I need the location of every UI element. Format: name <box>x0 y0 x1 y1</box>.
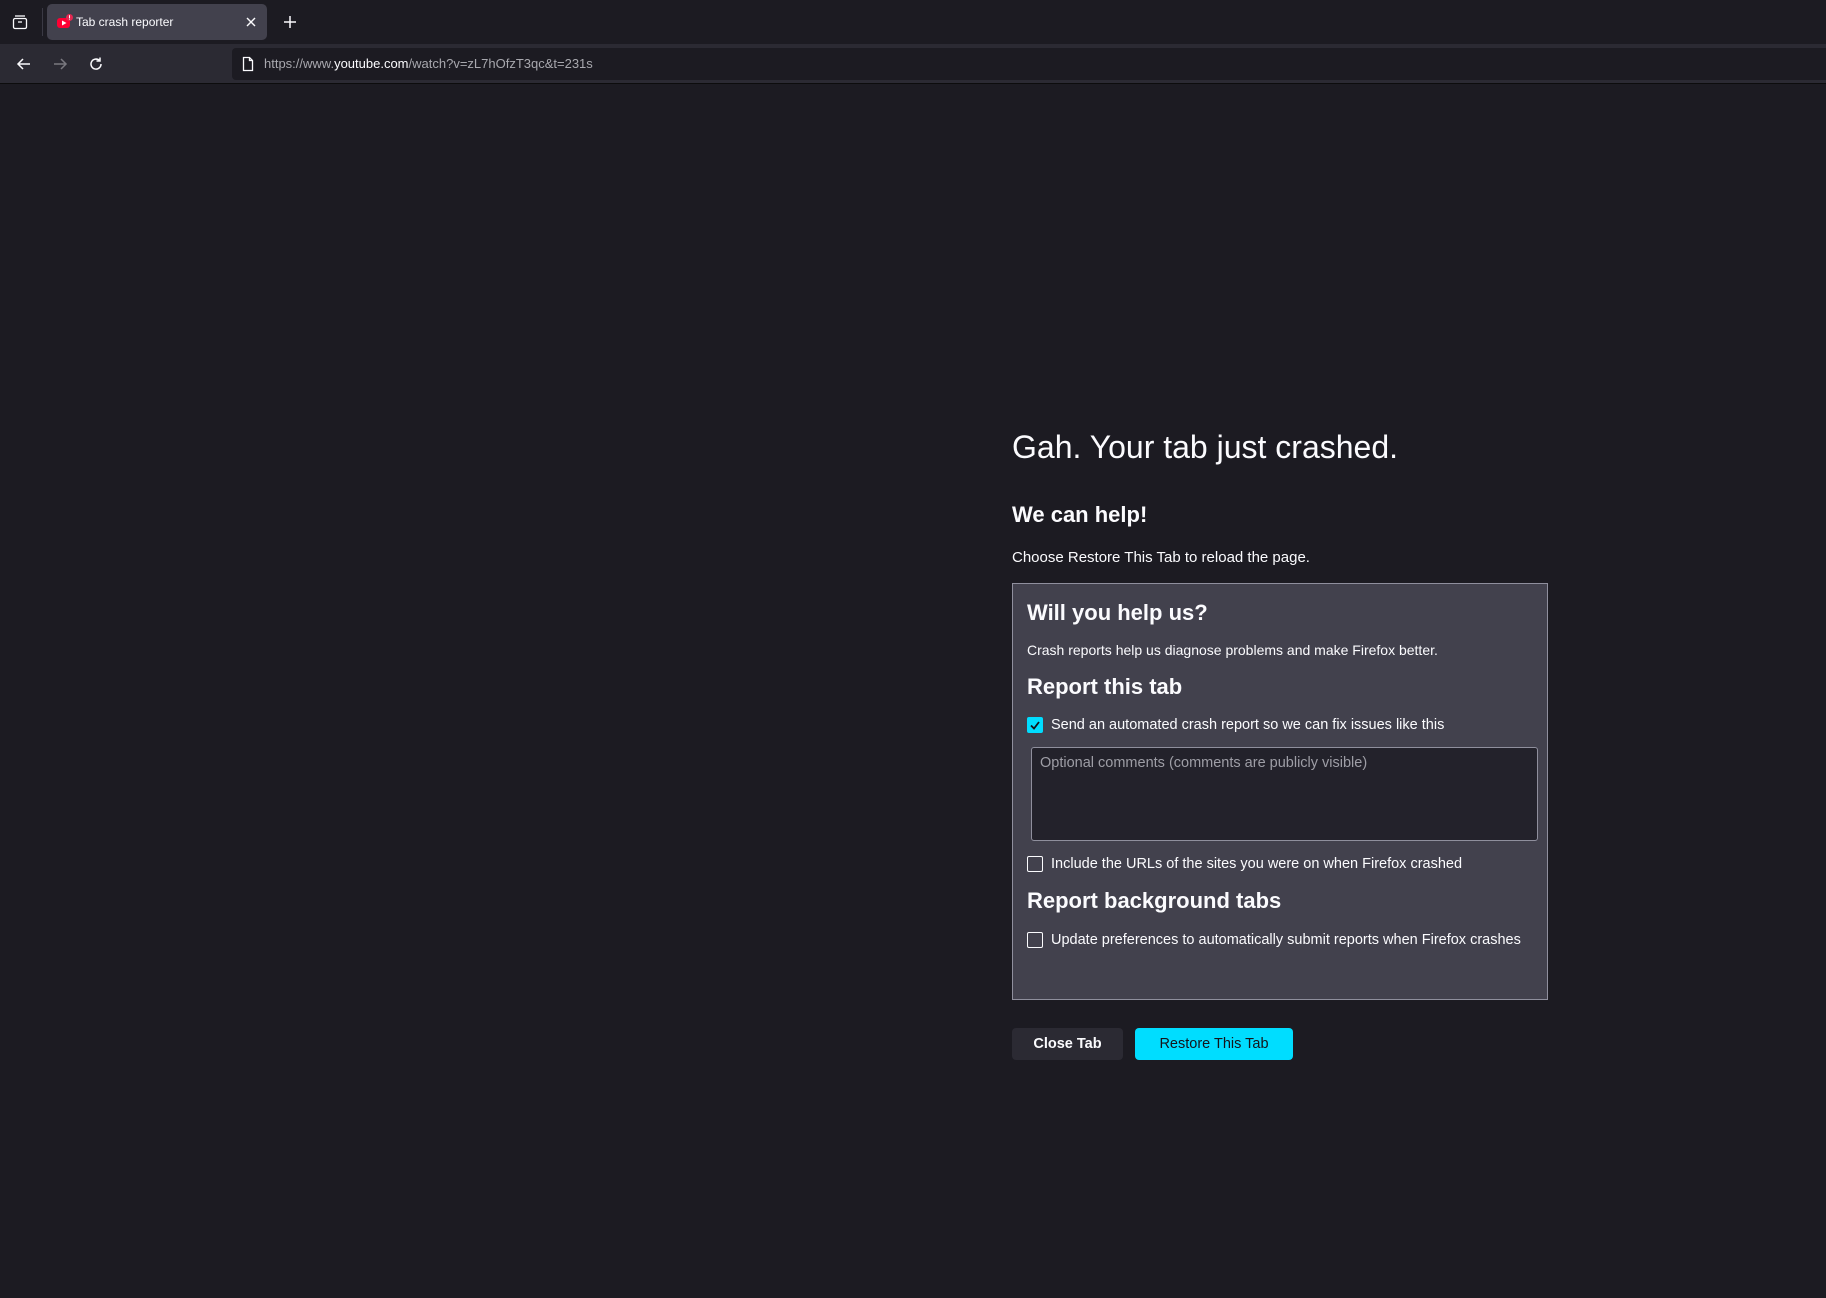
comments-field[interactable] <box>1031 747 1538 841</box>
url-prefix: https://www. <box>264 56 335 71</box>
tab-crash-reporter[interactable]: Tab crash reporter <box>47 4 267 40</box>
tab-separator <box>42 8 43 36</box>
help-description: Choose Restore This Tab to reload the pa… <box>1012 549 1310 566</box>
forward-icon[interactable] <box>48 52 72 76</box>
reload-icon[interactable] <box>84 52 108 76</box>
report-tab-heading: Report this tab <box>1027 674 1183 699</box>
send-report-checkbox[interactable] <box>1027 717 1043 733</box>
include-urls-label: Include the URLs of the sites you were o… <box>1051 856 1463 872</box>
restore-tab-button[interactable]: Restore This Tab <box>1135 1028 1293 1060</box>
tab-list-icon[interactable] <box>8 10 32 34</box>
close-icon[interactable] <box>243 14 259 30</box>
background-tabs-heading: Report background tabs <box>1027 888 1282 913</box>
send-report-label: Send an automated crash report so we can… <box>1051 717 1445 733</box>
page-title: Gah. Your tab just crashed. <box>1012 429 1399 465</box>
include-urls-row[interactable]: Include the URLs of the sites you were o… <box>1027 854 1533 874</box>
report-box: Will you help us? Crash reports help us … <box>1012 583 1548 1000</box>
url-bar[interactable]: https://www.youtube.com/watch?v=zL7hOfzT… <box>232 48 1826 80</box>
report-box-heading: Will you help us? <box>1027 600 1208 625</box>
button-row: Close Tab Restore This Tab <box>1012 1028 1552 1060</box>
new-tab-icon[interactable] <box>280 12 300 32</box>
auto-submit-checkbox[interactable] <box>1027 932 1043 948</box>
crash-page: Gah. Your tab just crashed. We can help!… <box>1012 420 1552 1060</box>
url-path: /watch?v=zL7hOfzT3qc&t=231s <box>408 56 593 71</box>
url-text[interactable]: https://www.youtube.com/watch?v=zL7hOfzT… <box>264 48 593 80</box>
back-icon[interactable] <box>12 52 36 76</box>
checkmark-icon <box>1030 721 1040 730</box>
youtube-crashed-icon <box>57 14 73 30</box>
auto-submit-row[interactable]: Update preferences to automatically subm… <box>1027 930 1533 950</box>
help-title: We can help! <box>1012 502 1148 527</box>
auto-submit-label: Update preferences to automatically subm… <box>1051 932 1521 948</box>
close-tab-button[interactable]: Close Tab <box>1012 1028 1123 1060</box>
page-icon <box>240 56 256 72</box>
send-report-row[interactable]: Send an automated crash report so we can… <box>1027 715 1533 735</box>
include-urls-checkbox[interactable] <box>1027 856 1043 872</box>
report-box-description: Crash reports help us diagnose problems … <box>1027 642 1438 658</box>
tab-title: Tab crash reporter <box>76 15 174 29</box>
url-host: youtube.com <box>334 56 409 71</box>
tab-strip: Tab crash reporter <box>0 0 1826 44</box>
navigation-bar: https://www.youtube.com/watch?v=zL7hOfzT… <box>0 44 1826 84</box>
